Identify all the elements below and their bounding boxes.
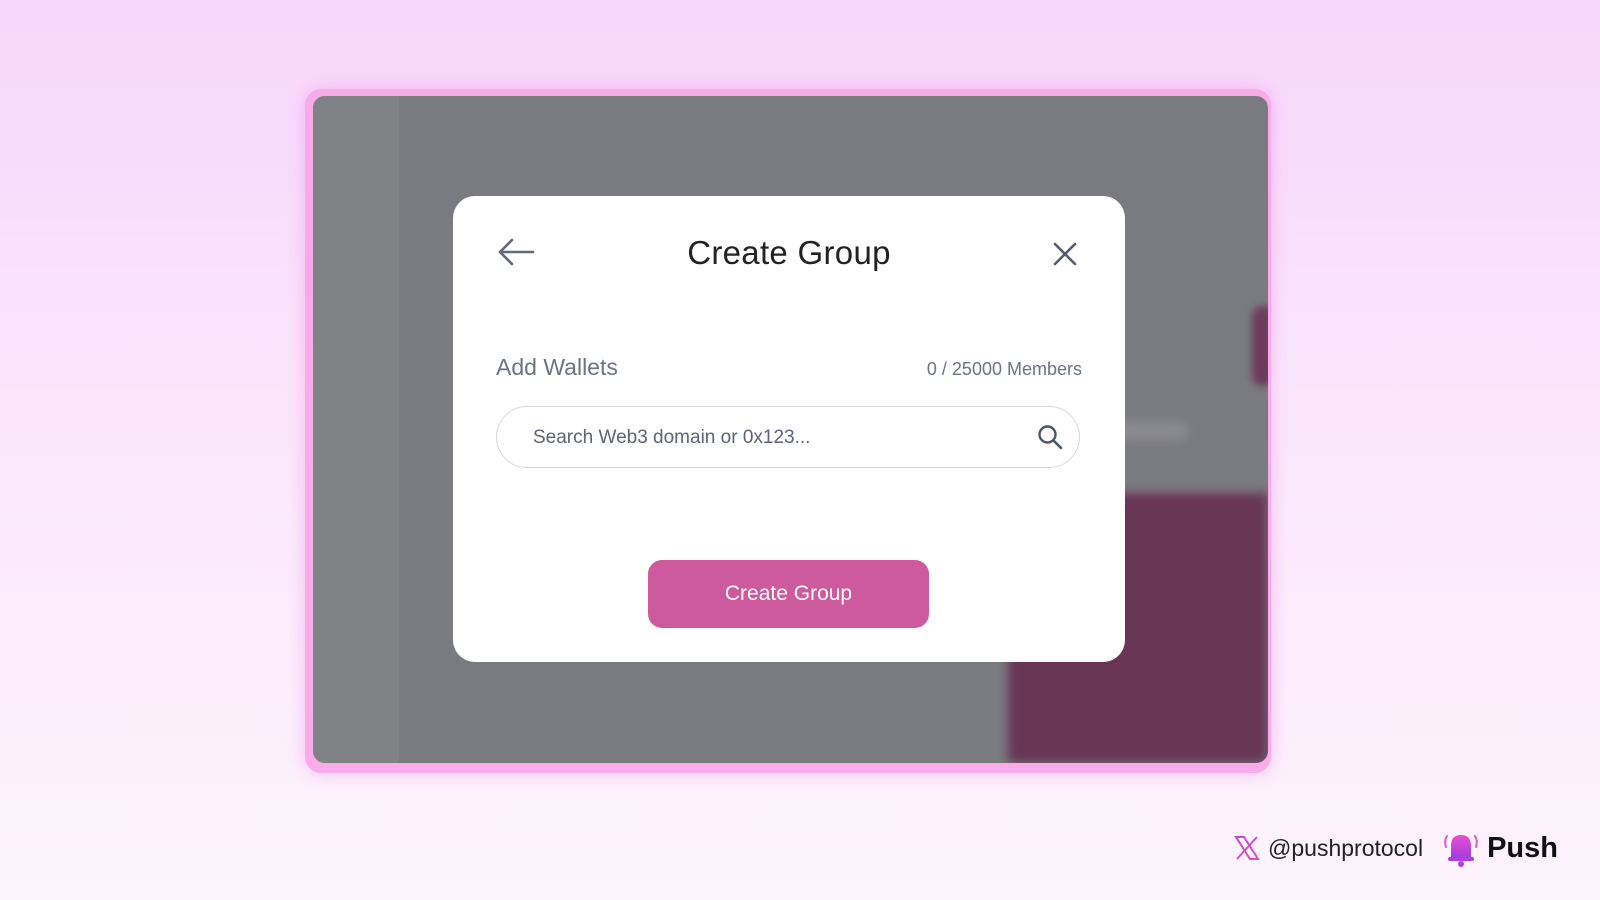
- twitter-handle: @pushprotocol: [1268, 834, 1424, 861]
- x-logo-icon: [1234, 836, 1260, 860]
- member-count: 0 / 25000 Members: [926, 359, 1082, 379]
- create-group-button[interactable]: Create Group: [648, 560, 929, 628]
- blurred-text: [1118, 422, 1188, 440]
- blurred-button: [1252, 306, 1268, 386]
- footer-branding: @pushprotocol Push: [1234, 828, 1558, 868]
- blurred-sidebar: [313, 96, 399, 763]
- push-bell-icon: [1444, 835, 1478, 867]
- create-group-modal: Create Group Add Wallets 0 / 25000 Membe…: [453, 196, 1125, 662]
- close-icon: [1053, 242, 1077, 266]
- wallet-search-field[interactable]: [496, 406, 1080, 469]
- add-wallets-label: Add Wallets: [496, 354, 618, 380]
- close-button[interactable]: [1047, 236, 1083, 272]
- search-icon[interactable]: [1037, 424, 1063, 450]
- modal-title: Create Group: [687, 234, 891, 271]
- push-brand-name: Push: [1487, 831, 1558, 864]
- wallet-search-input[interactable]: [531, 407, 1015, 469]
